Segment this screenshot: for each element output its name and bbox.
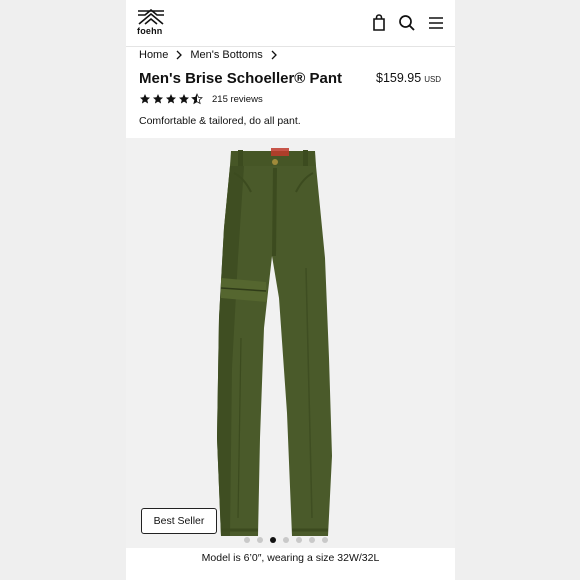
foehn-logo[interactable]: foehn xyxy=(137,9,167,36)
breadcrumb-mens-bottoms[interactable]: Men's Bottoms xyxy=(190,49,262,61)
carousel-dot[interactable] xyxy=(309,537,315,543)
phone-screen: foehn Home Men's Bottoms Men's Brise Sch… xyxy=(126,0,455,580)
breadcrumb-home[interactable]: Home xyxy=(139,49,168,61)
menu-icon[interactable] xyxy=(426,13,446,33)
mountain-logo-icon xyxy=(138,9,164,25)
star-icon xyxy=(179,94,189,104)
search-icon[interactable] xyxy=(397,13,417,33)
price-amount: $159.95 xyxy=(376,71,422,85)
chevron-right-icon xyxy=(271,50,277,60)
model-caption: Model is 6’0″, wearing a size 32W/32L xyxy=(201,552,380,564)
carousel-dots[interactable] xyxy=(244,537,328,543)
rating[interactable]: 215 reviews xyxy=(139,93,263,105)
breadcrumb: Home Men's Bottoms xyxy=(139,49,280,61)
review-count[interactable]: 215 reviews xyxy=(212,94,263,105)
half-star-icon xyxy=(191,93,203,105)
product-gallery[interactable]: Best Seller xyxy=(126,138,455,548)
carousel-dot[interactable] xyxy=(244,537,250,543)
pants-image xyxy=(217,148,332,536)
logo-text: foehn xyxy=(137,26,163,36)
chevron-right-icon xyxy=(176,50,183,60)
star-icon xyxy=(166,94,176,104)
left-background xyxy=(0,0,126,580)
price-currency: USD xyxy=(424,75,442,84)
bag-icon[interactable] xyxy=(369,13,389,33)
carousel-dot-active[interactable] xyxy=(270,537,276,543)
product-tagline: Comfortable & tailored, do all pant. xyxy=(139,115,301,127)
site-header: foehn xyxy=(126,0,455,47)
star-icon xyxy=(153,94,163,104)
product-title: Men's Brise Schoeller® Pant xyxy=(139,70,343,87)
carousel-dot[interactable] xyxy=(322,537,328,543)
carousel-dot[interactable] xyxy=(296,537,302,543)
product-price: $159.95 USD xyxy=(376,71,441,85)
star-rating xyxy=(139,93,203,105)
carousel-dot[interactable] xyxy=(283,537,289,543)
star-icon xyxy=(140,94,150,104)
best-seller-badge: Best Seller xyxy=(141,508,217,534)
right-background xyxy=(455,0,580,580)
carousel-dot[interactable] xyxy=(257,537,263,543)
